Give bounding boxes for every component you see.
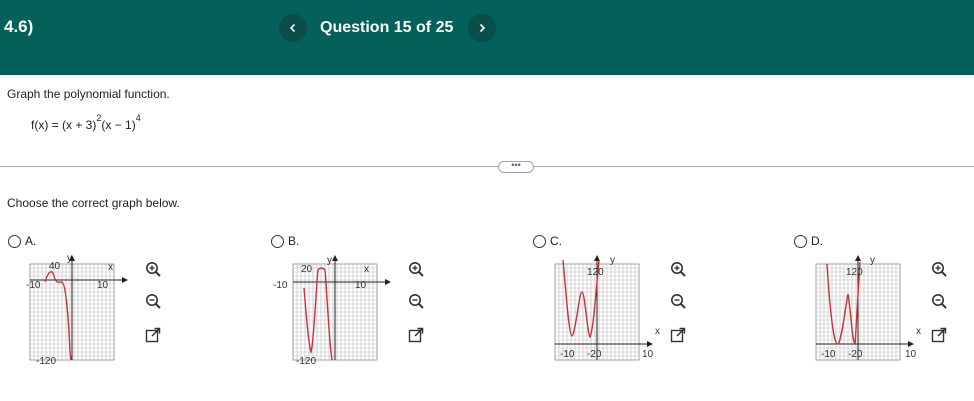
- x-axis-label: x: [916, 326, 921, 337]
- y-bottom-label: -120: [36, 356, 56, 367]
- zoom-in-icon[interactable]: [930, 260, 948, 278]
- graph-thumbnail: -10 10 120 -20 x y: [554, 255, 660, 361]
- y-top-label: 120: [846, 267, 863, 278]
- zoom-out-icon[interactable]: [144, 292, 162, 310]
- option-letter: D.: [811, 234, 823, 248]
- x-max-label: 10: [355, 280, 367, 291]
- question-nav: Question 15 of 25: [279, 13, 497, 43]
- graph-thumbnail: -10 10 40 -120 x y: [26, 253, 128, 367]
- chevron-left-icon: [289, 23, 296, 33]
- option-header[interactable]: B.: [271, 234, 299, 248]
- zoom-out-icon[interactable]: [930, 292, 948, 310]
- option-header[interactable]: D.: [794, 234, 823, 248]
- formula-exponent-1: 2: [96, 113, 102, 123]
- y-axis-arrow: [332, 255, 338, 261]
- option-header[interactable]: C.: [533, 234, 562, 248]
- more-button[interactable]: •••: [498, 161, 534, 173]
- header-bar: 4.6) Question 15 of 25: [0, 0, 974, 75]
- x-min-label: -10: [26, 280, 41, 291]
- option-letter: C.: [550, 234, 562, 248]
- x-max-label: 10: [642, 349, 654, 360]
- polynomial-formula: f(x) = (x + 3)2(x − 1)4: [31, 113, 141, 132]
- option-radio[interactable]: [271, 234, 284, 248]
- y-bottom-label: -20: [848, 349, 863, 360]
- question-counter: Question 15 of 25: [320, 19, 454, 36]
- instruction-text: Graph the polynomial function.: [7, 87, 170, 101]
- y-axis-arrow: [855, 255, 861, 261]
- y-top-label: 120: [587, 267, 604, 278]
- y-top-label: 40: [49, 261, 61, 272]
- divider: [0, 166, 974, 167]
- y-bottom-label: -20: [587, 349, 602, 360]
- formula-factor-1: f(x) = (x + 3): [31, 118, 97, 132]
- answer-option-a[interactable]: A. -10 10 40 -120 x y: [8, 234, 268, 374]
- option-radio[interactable]: [533, 234, 546, 248]
- open-external-icon[interactable]: [407, 326, 425, 344]
- y-top-label: 20: [301, 264, 313, 275]
- next-question-button[interactable]: [468, 14, 497, 42]
- x-axis-arrow: [385, 279, 391, 285]
- answer-option-b[interactable]: B. -10 10 20 -120 x y: [271, 234, 531, 374]
- y-axis-label: y: [327, 255, 332, 266]
- option-header[interactable]: A.: [8, 234, 36, 248]
- graph-thumbnail: -10 10 20 -120 x y: [273, 255, 391, 367]
- x-max-label: 10: [97, 280, 109, 291]
- x-min-label: -10: [821, 349, 836, 360]
- chevron-right-icon: [480, 23, 486, 33]
- y-axis-label: y: [870, 255, 875, 266]
- zoom-in-icon[interactable]: [144, 260, 162, 278]
- zoom-in-icon[interactable]: [407, 260, 425, 278]
- x-min-label: -10: [273, 280, 288, 291]
- formula-factor-2: (x − 1): [101, 118, 136, 132]
- x-axis-label: x: [108, 262, 113, 273]
- formula-exponent-2: 4: [135, 113, 141, 123]
- x-axis-label: x: [364, 264, 369, 275]
- option-radio[interactable]: [8, 234, 21, 248]
- answer-option-c[interactable]: C. -10 10 120 -20 x y: [533, 234, 793, 374]
- prev-question-button[interactable]: [279, 14, 307, 42]
- y-axis-label: y: [610, 255, 615, 266]
- choose-prompt: Choose the correct graph below.: [7, 196, 180, 210]
- option-radio[interactable]: [794, 234, 807, 248]
- zoom-in-icon[interactable]: [669, 260, 687, 278]
- open-external-icon[interactable]: [930, 326, 948, 344]
- zoom-out-icon[interactable]: [407, 292, 425, 310]
- x-min-label: -10: [560, 349, 575, 360]
- option-letter: A.: [25, 234, 37, 248]
- graph-thumbnail: -10 10 120 -20 x y: [815, 255, 921, 361]
- x-axis-arrow: [908, 341, 914, 347]
- zoom-out-icon[interactable]: [669, 292, 687, 310]
- answer-option-d[interactable]: D. -10 10 120 -20 x y: [794, 234, 974, 374]
- x-axis-label: x: [655, 326, 660, 337]
- section-label: 4.6): [4, 17, 34, 36]
- x-axis-arrow: [122, 277, 128, 283]
- y-axis-label: y: [67, 253, 72, 264]
- open-external-icon[interactable]: [144, 326, 162, 344]
- y-bottom-label: -120: [296, 356, 316, 367]
- option-letter: B.: [288, 234, 300, 248]
- open-external-icon[interactable]: [669, 326, 687, 344]
- x-max-label: 10: [905, 349, 917, 360]
- x-axis-arrow: [647, 341, 653, 347]
